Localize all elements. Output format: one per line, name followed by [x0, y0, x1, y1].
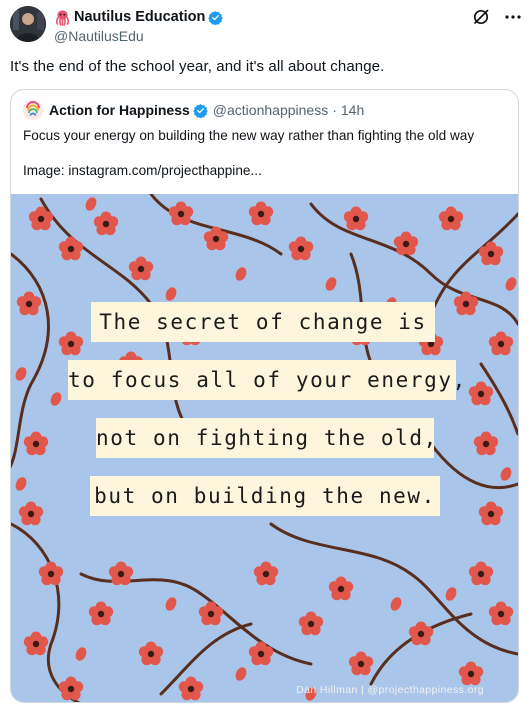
more-options-icon[interactable] [504, 8, 522, 26]
quoted-author-handle: @actionhappiness [212, 102, 329, 118]
quote-line-3: not on fighting the old, [96, 418, 436, 458]
separator-dot: · [332, 102, 337, 118]
author-info: Nautilus Education @NautilusEdu [54, 8, 224, 44]
author-handle[interactable]: @NautilusEdu [54, 28, 223, 44]
post-header: Nautilus Education @NautilusEdu [10, 6, 522, 46]
verified-badge-icon [193, 103, 208, 118]
octopus-icon [54, 9, 71, 26]
author-display-name: Nautilus Education [74, 9, 206, 25]
author-avatar[interactable] [10, 6, 46, 42]
verified-badge-icon [208, 10, 224, 25]
post-text: It's the end of the school year, and it'… [10, 58, 385, 75]
header-actions [472, 8, 522, 26]
quoted-post-header: Action for Happiness @actionhappiness · … [23, 100, 364, 120]
quoted-author-avatar[interactable] [23, 100, 43, 120]
quote-line-2: to focus all of your energy, [68, 360, 465, 400]
quoted-post-timestamp[interactable]: 14h [341, 102, 364, 118]
quoted-post-card[interactable]: Action for Happiness @actionhappiness · … [10, 89, 519, 703]
quoted-author-name: Action for Happiness [49, 102, 190, 118]
author-name-row[interactable]: Nautilus Education [54, 8, 224, 26]
image-source-link[interactable]: Image: instagram.com/projecthappine... [23, 163, 508, 178]
quoted-post-text: Focus your energy on building the new wa… [23, 128, 475, 143]
image-credit: Dan Hillman | @projecthappiness.org [296, 684, 484, 696]
quote-line-1: The secret of change is [91, 302, 435, 342]
quote-line-4: but on building the new. [90, 476, 440, 516]
grok-icon[interactable] [472, 8, 490, 26]
quoted-post-image[interactable]: The secret of change is to focus all of … [11, 194, 518, 702]
